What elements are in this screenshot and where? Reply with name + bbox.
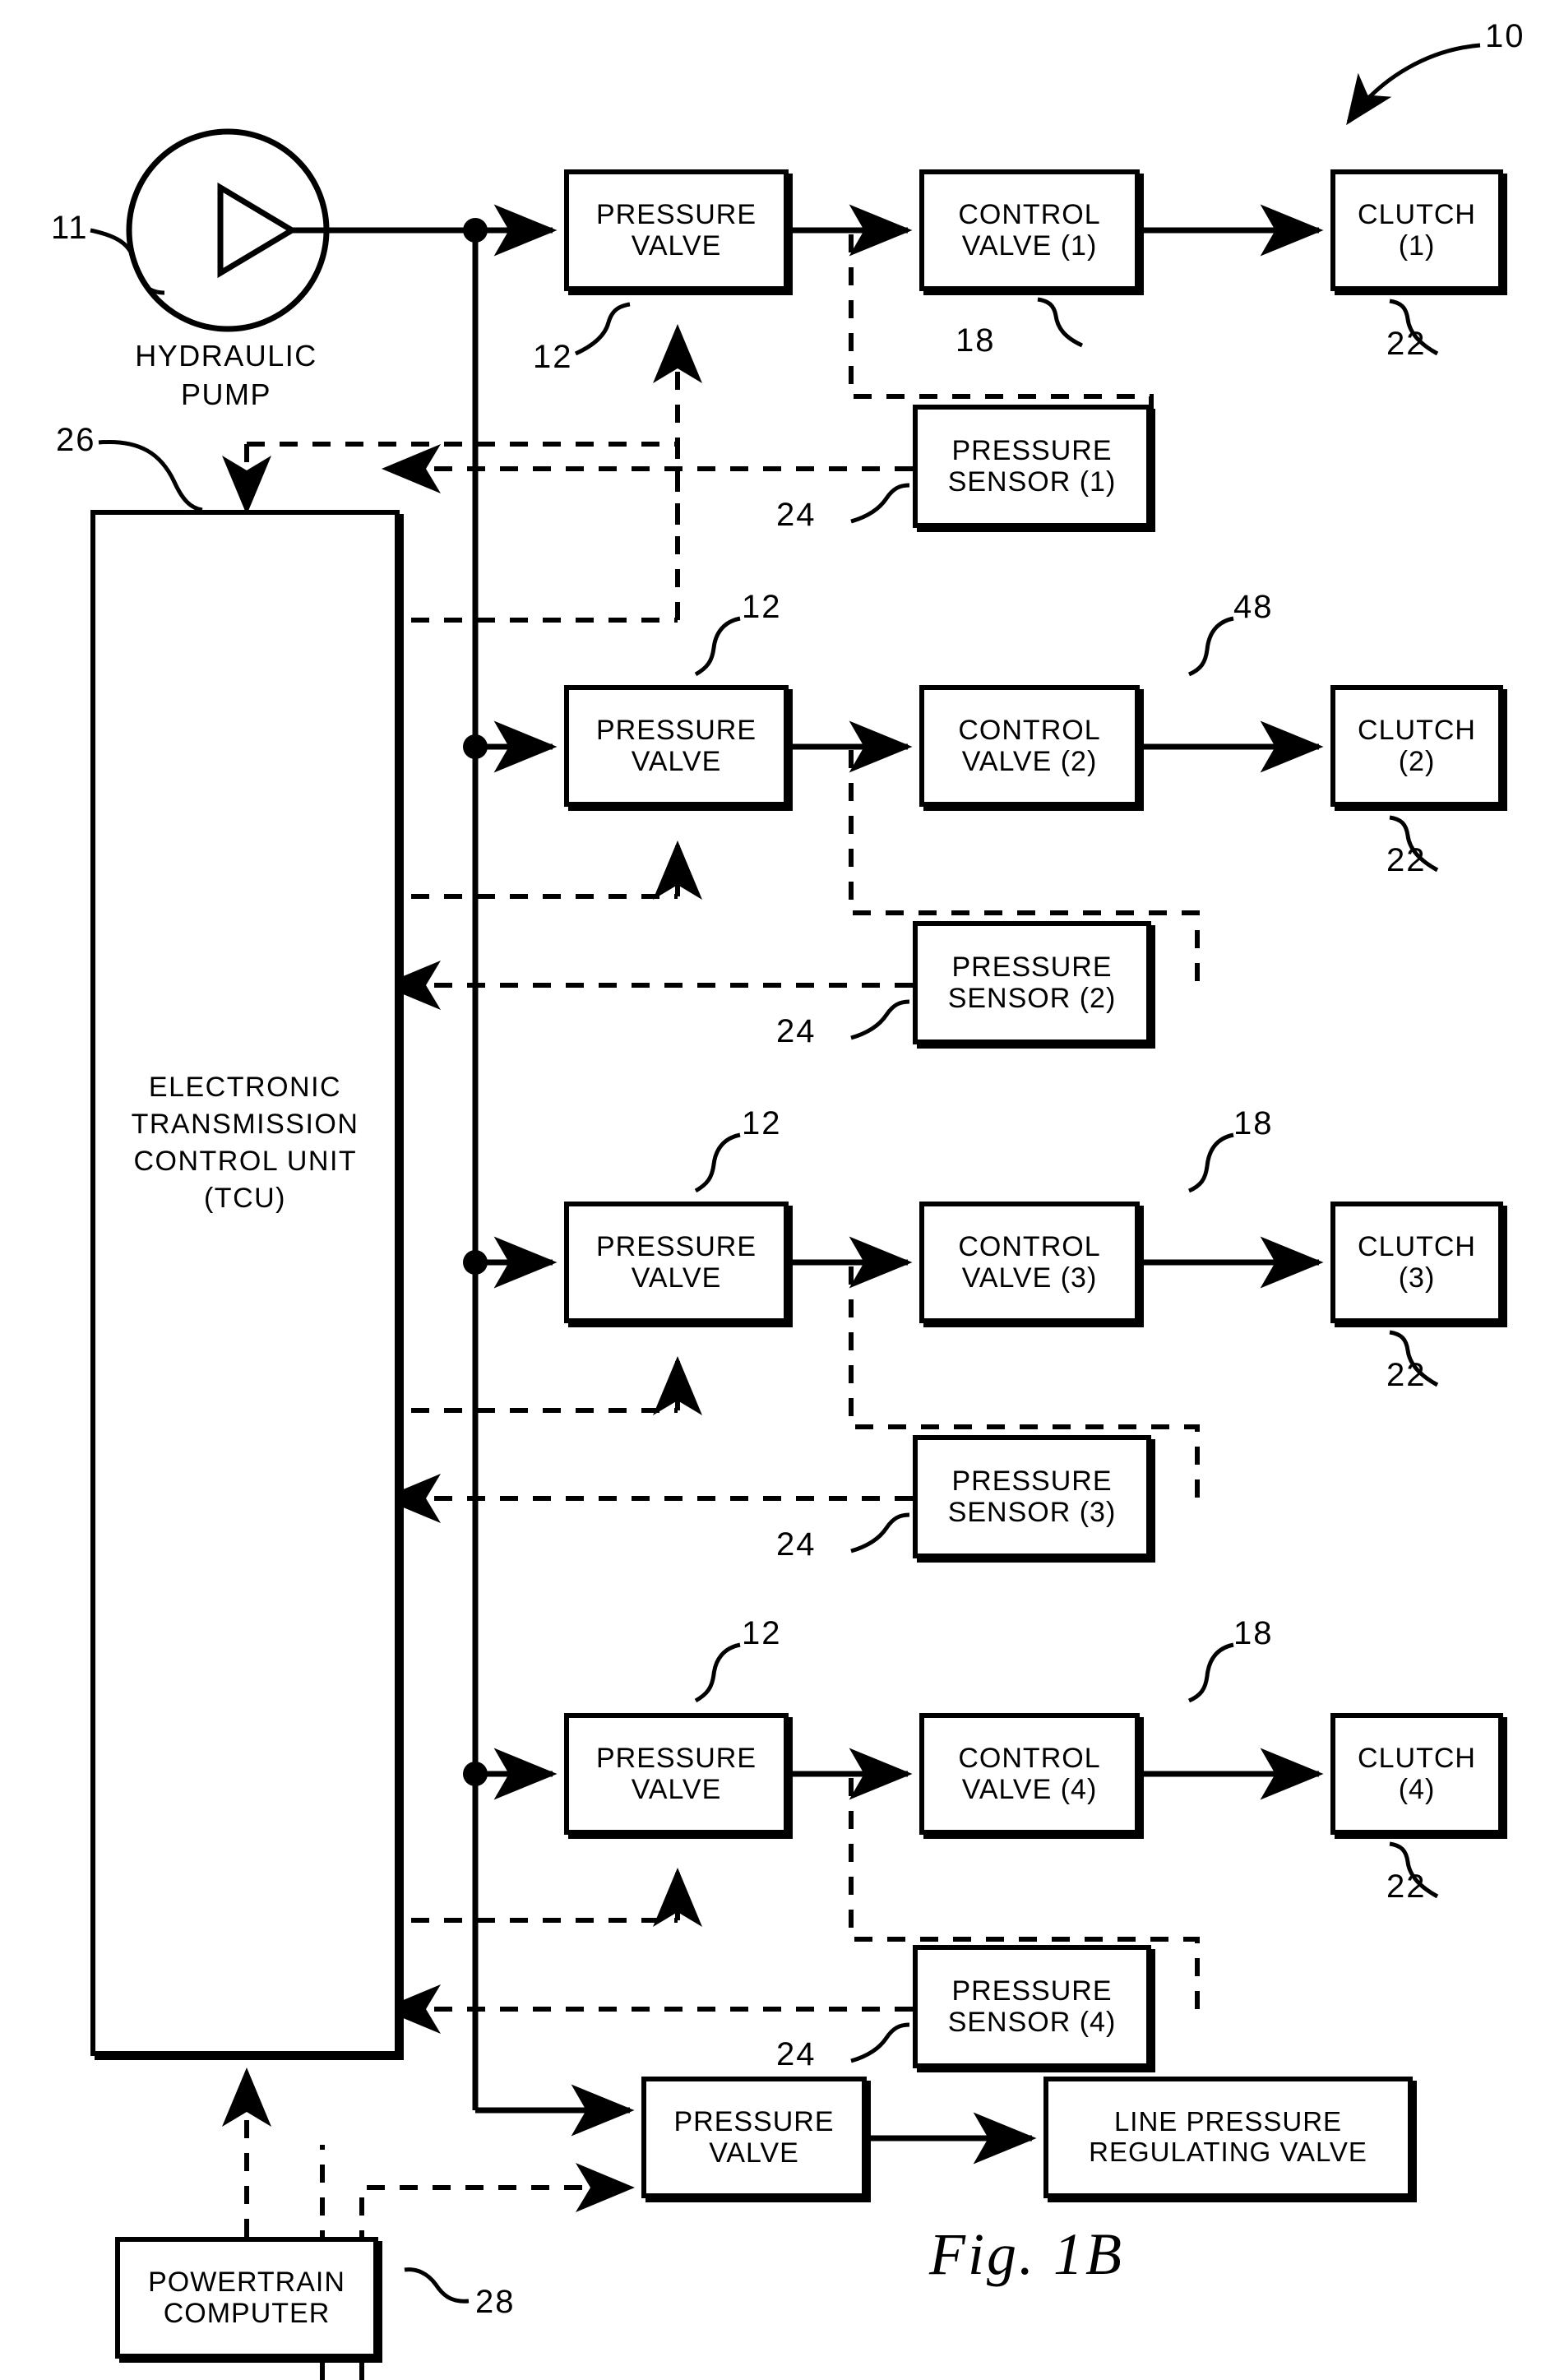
pressure-valve-1-line1: PRESSURE xyxy=(595,198,757,230)
line-pressure-valve-box[interactable]: PRESSURE VALVE xyxy=(641,2077,867,2198)
pressure-sensor-4-line1: PRESSURE xyxy=(951,1975,1113,2007)
control-valve-2-line1: CONTROL xyxy=(958,714,1101,746)
pressure-sensor-4-line2: SENSOR (4) xyxy=(947,2007,1117,2038)
pressure-sensor-3-line2: SENSOR (3) xyxy=(947,1497,1117,1528)
pressure-sensor-3-box[interactable]: PRESSURE SENSOR (3) xyxy=(913,1435,1151,1558)
pressure-valve-2-line1: PRESSURE xyxy=(595,714,757,746)
clutch-1-line2: (1) xyxy=(1398,230,1436,262)
pressure-sensor-4-box[interactable]: PRESSURE SENSOR (4) xyxy=(913,1945,1151,2068)
pressure-sensor-2-line2: SENSOR (2) xyxy=(947,983,1117,1014)
clutch-4-line2: (4) xyxy=(1398,1774,1436,1805)
control-valve-1-box[interactable]: CONTROL VALVE (1) xyxy=(919,169,1140,291)
ref-control-valve-1: 18 xyxy=(956,322,996,359)
line-pressure-regulating-valve-line1: LINE PRESSURE xyxy=(1113,2106,1343,2137)
pressure-valve-4-line1: PRESSURE xyxy=(595,1742,757,1774)
pump-label-line2: PUMP xyxy=(180,377,271,411)
pressure-sensor-2-line1: PRESSURE xyxy=(951,951,1113,983)
ref-sensor-3: 24 xyxy=(776,1526,817,1563)
ref-11: 11 xyxy=(51,210,89,246)
control-valve-1-line2: VALVE (1) xyxy=(961,230,1098,262)
pressure-valve-1-line2: VALVE xyxy=(631,230,722,262)
control-valve-3-line2: VALVE (3) xyxy=(961,1262,1098,1294)
ref-28: 28 xyxy=(475,2284,516,2320)
pressure-sensor-1-line1: PRESSURE xyxy=(951,434,1113,466)
clutch-1-line1: CLUTCH xyxy=(1358,198,1476,230)
ref-sensor-4: 24 xyxy=(776,2036,817,2072)
clutch-2-line2: (2) xyxy=(1398,746,1436,777)
figure-caption: Fig. 1B xyxy=(929,2221,1124,2287)
pressure-valve-2-line2: VALVE xyxy=(631,746,722,777)
control-valve-1-line1: CONTROL xyxy=(958,198,1101,230)
pressure-sensor-1-box[interactable]: PRESSURE SENSOR (1) xyxy=(913,405,1151,528)
clutch-4-line1: CLUTCH xyxy=(1358,1742,1476,1774)
clutch-3-box[interactable]: CLUTCH (3) xyxy=(1330,1202,1503,1323)
tcu-label-line3: CONTROL UNIT xyxy=(133,1145,357,1177)
clutch-2-line1: CLUTCH xyxy=(1358,714,1476,746)
ref-pressure-valve-3: 12 xyxy=(742,1105,782,1141)
ref-sensor-1: 24 xyxy=(776,497,817,533)
pump-label-line1: HYDRAULIC xyxy=(135,339,317,373)
clutch-3-line1: CLUTCH xyxy=(1358,1230,1476,1262)
pressure-valve-3-line1: PRESSURE xyxy=(595,1230,757,1262)
line-pressure-regulating-valve-line2: REGULATING VALVE xyxy=(1089,2137,1367,2167)
line-pressure-valve-line2: VALVE xyxy=(709,2137,799,2169)
ref-26: 26 xyxy=(56,422,96,458)
clutch-2-box[interactable]: CLUTCH (2) xyxy=(1330,685,1503,807)
clutch-4-box[interactable]: CLUTCH (4) xyxy=(1330,1713,1503,1835)
pressure-valve-4-line2: VALVE xyxy=(631,1774,722,1805)
ref-clutch-4: 22 xyxy=(1386,1868,1427,1905)
clutch-1-box[interactable]: CLUTCH (1) xyxy=(1330,169,1503,291)
ref-pressure-valve-2: 12 xyxy=(742,589,782,625)
ref-control-valve-2: 48 xyxy=(1233,589,1274,625)
control-valve-3-box[interactable]: CONTROL VALVE (3) xyxy=(919,1202,1140,1323)
clutch-3-line2: (3) xyxy=(1398,1262,1436,1294)
pressure-sensor-1-line2: SENSOR (1) xyxy=(947,466,1117,498)
tcu-label: ELECTRONIC TRANSMISSION CONTROL UNIT (TC… xyxy=(90,1069,400,1217)
powertrain-computer-line1: POWERTRAIN xyxy=(148,2266,345,2298)
pressure-valve-4-box[interactable]: PRESSURE VALVE xyxy=(564,1713,789,1835)
powertrain-computer-line2: COMPUTER xyxy=(163,2298,331,2329)
pressure-sensor-3-line1: PRESSURE xyxy=(951,1465,1113,1497)
pressure-valve-1-box[interactable]: PRESSURE VALVE xyxy=(564,169,789,291)
ref-pressure-valve-4: 12 xyxy=(742,1615,782,1651)
tcu-label-line1: ELECTRONIC xyxy=(148,1072,342,1103)
tcu-label-line4: (TCU) xyxy=(203,1182,287,1214)
control-valve-3-line1: CONTROL xyxy=(958,1230,1101,1262)
ref-sensor-2: 24 xyxy=(776,1013,817,1049)
control-valve-2-line2: VALVE (2) xyxy=(961,746,1098,777)
ref-pressure-valve-1: 12 xyxy=(533,339,573,375)
ref-clutch-2: 22 xyxy=(1386,842,1427,878)
tcu-label-line2: TRANSMISSION xyxy=(131,1108,359,1140)
ref-clutch-1: 22 xyxy=(1386,326,1427,362)
ref-10: 10 xyxy=(1485,18,1525,54)
pressure-valve-2-box[interactable]: PRESSURE VALVE xyxy=(564,685,789,807)
control-valve-4-line1: CONTROL xyxy=(958,1742,1101,1774)
control-valve-4-box[interactable]: CONTROL VALVE (4) xyxy=(919,1713,1140,1835)
ref-clutch-3: 22 xyxy=(1386,1357,1427,1393)
ref-control-valve-4: 18 xyxy=(1233,1615,1274,1651)
ref-control-valve-3: 18 xyxy=(1233,1105,1274,1141)
hydraulic-pump-label: HYDRAULIC PUMP xyxy=(90,337,362,414)
pressure-sensor-2-box[interactable]: PRESSURE SENSOR (2) xyxy=(913,921,1151,1044)
tcu-box[interactable] xyxy=(90,510,400,2056)
powertrain-computer-box[interactable]: POWERTRAIN COMPUTER xyxy=(115,2237,378,2359)
control-valve-2-box[interactable]: CONTROL VALVE (2) xyxy=(919,685,1140,807)
pressure-valve-3-line2: VALVE xyxy=(631,1262,722,1294)
patent-figure-canvas: HYDRAULIC PUMP ELECTRONIC TRANSMISSION C… xyxy=(0,0,1564,2380)
line-pressure-regulating-valve-box[interactable]: LINE PRESSURE REGULATING VALVE xyxy=(1043,2077,1413,2198)
control-valve-4-line2: VALVE (4) xyxy=(961,1774,1098,1805)
pressure-valve-3-box[interactable]: PRESSURE VALVE xyxy=(564,1202,789,1323)
line-pressure-valve-line1: PRESSURE xyxy=(673,2105,835,2137)
